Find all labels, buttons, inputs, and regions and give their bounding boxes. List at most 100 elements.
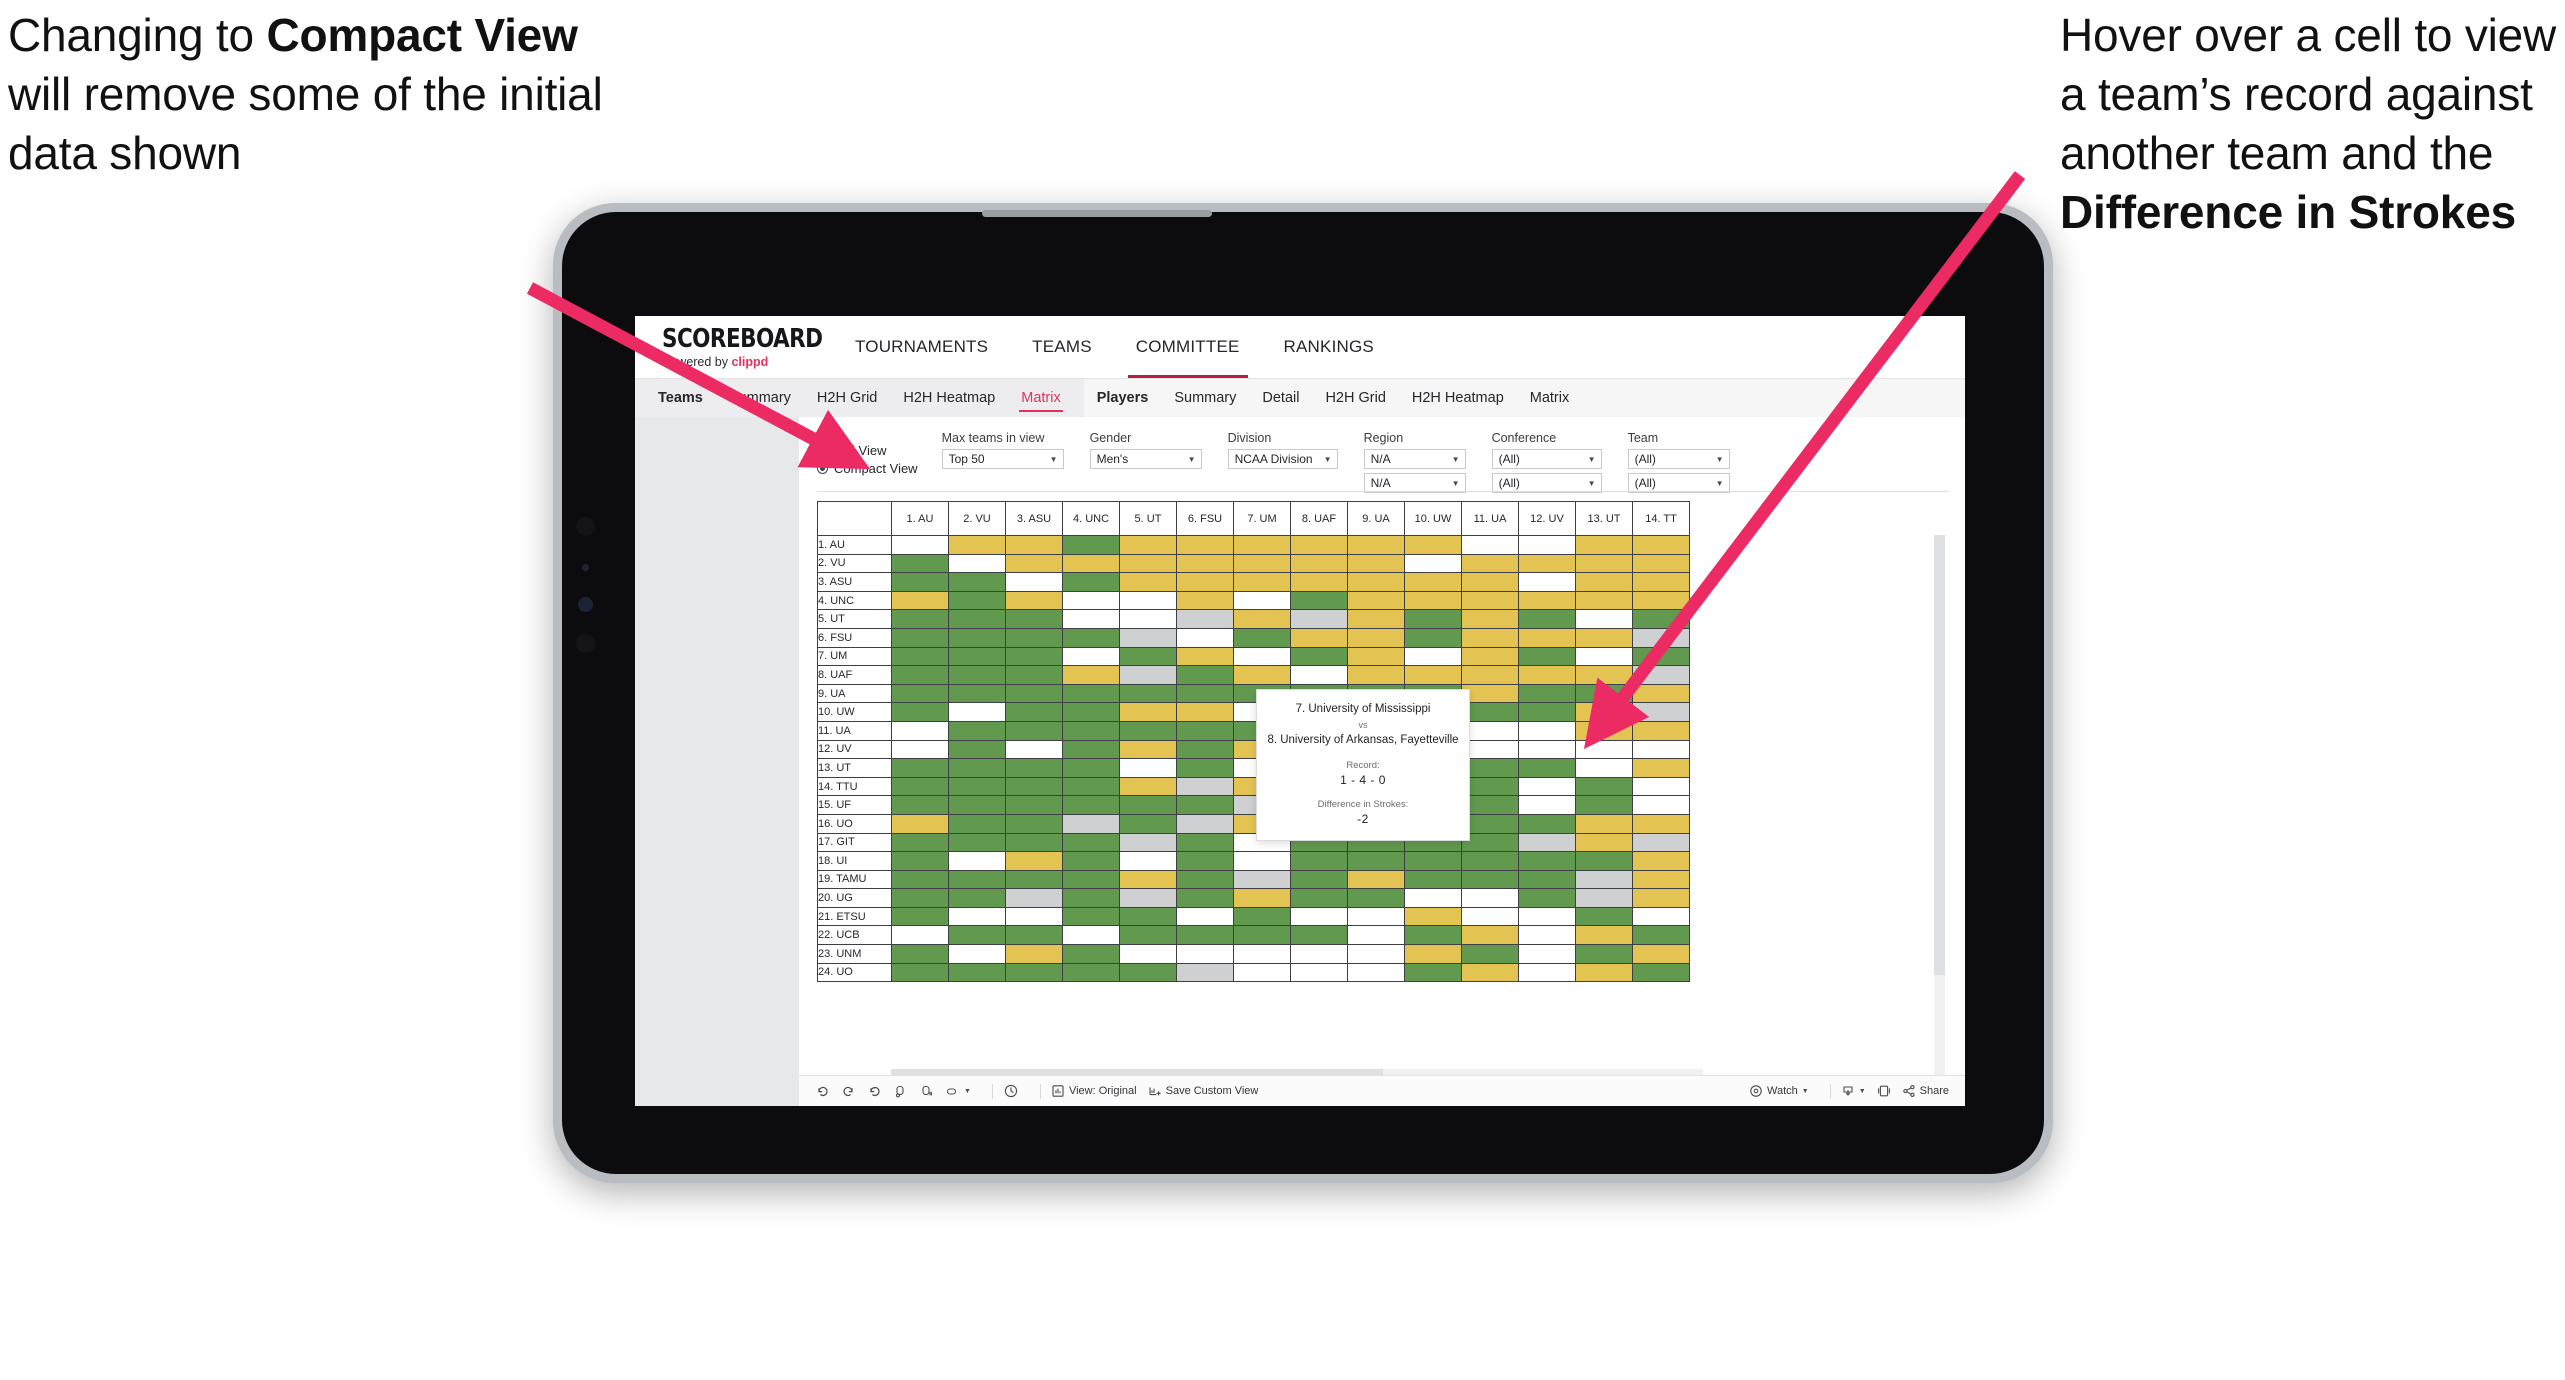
matrix-cell[interactable]: [1632, 590, 1690, 611]
matrix-cell[interactable]: [1119, 590, 1177, 611]
matrix-cell[interactable]: [1176, 590, 1234, 611]
matrix-cell[interactable]: [1404, 609, 1462, 629]
matrix-cell[interactable]: [1290, 851, 1348, 871]
matrix-row-header[interactable]: 17. GIT: [817, 832, 892, 853]
matrix-cell[interactable]: [1119, 851, 1177, 871]
matrix-column-header[interactable]: 11. UA: [1461, 501, 1519, 536]
matrix-cell[interactable]: [1347, 944, 1405, 964]
matrix-cell[interactable]: [1347, 646, 1405, 667]
matrix-row-header[interactable]: 14. TTU: [817, 776, 892, 797]
matrix-cell[interactable]: [1119, 553, 1177, 574]
matrix-cell[interactable]: [1005, 962, 1063, 983]
matrix-cell[interactable]: [1632, 888, 1690, 908]
tab-teams-h2h-heatmap[interactable]: H2H Heatmap: [890, 379, 1008, 417]
matrix-cell[interactable]: [1005, 944, 1063, 964]
matrix-cell[interactable]: [1005, 590, 1063, 611]
matrix-cell[interactable]: [1119, 535, 1177, 555]
matrix-column-header[interactable]: 9. UA: [1347, 501, 1405, 536]
select-region-1[interactable]: N/A ▼: [1363, 449, 1466, 469]
matrix-cell[interactable]: [1233, 553, 1291, 574]
matrix-row-header[interactable]: 5. UT: [817, 609, 892, 629]
matrix-cell[interactable]: [1290, 944, 1348, 964]
matrix-cell[interactable]: [1062, 646, 1120, 667]
matrix-cell[interactable]: [891, 720, 949, 741]
matrix-cell[interactable]: [1176, 739, 1234, 760]
matrix-cell[interactable]: [1062, 590, 1120, 611]
nav-committee[interactable]: COMMITTEE: [1114, 316, 1262, 378]
matrix-cell[interactable]: [1005, 572, 1063, 592]
matrix-cell[interactable]: [1005, 702, 1063, 722]
matrix-cell[interactable]: [1461, 553, 1519, 574]
matrix-cell[interactable]: [948, 832, 1006, 853]
matrix-cell[interactable]: [1062, 851, 1120, 871]
refresh-data-button[interactable]: [893, 1084, 908, 1099]
vertical-scrollbar[interactable]: [1934, 535, 1945, 1075]
matrix-cell[interactable]: [1518, 553, 1576, 574]
matrix-cell[interactable]: [1575, 609, 1633, 629]
matrix-cell[interactable]: [1575, 906, 1633, 927]
matrix-cell[interactable]: [1404, 869, 1462, 890]
matrix-cell[interactable]: [1005, 869, 1063, 890]
matrix-cell[interactable]: [1575, 925, 1633, 946]
matrix-cell[interactable]: [1233, 869, 1291, 890]
matrix-cell[interactable]: [1062, 813, 1120, 834]
matrix-cell[interactable]: [948, 665, 1006, 685]
matrix-cell[interactable]: [1233, 944, 1291, 964]
matrix-cell[interactable]: [1062, 869, 1120, 890]
matrix-cell[interactable]: [1518, 646, 1576, 667]
matrix-cell[interactable]: [1176, 758, 1234, 778]
nav-rankings[interactable]: RANKINGS: [1262, 316, 1396, 378]
matrix-cell[interactable]: [1233, 535, 1291, 555]
matrix-cell[interactable]: [1518, 851, 1576, 871]
tab-teams-summary[interactable]: Summary: [716, 379, 804, 417]
matrix-cell[interactable]: [1062, 906, 1120, 927]
matrix-cell[interactable]: [948, 683, 1006, 704]
matrix-cell[interactable]: [1518, 739, 1576, 760]
matrix-cell[interactable]: [1176, 627, 1234, 648]
matrix-cell[interactable]: [948, 944, 1006, 964]
matrix-cell[interactable]: [948, 776, 1006, 797]
matrix-cell[interactable]: [891, 535, 949, 555]
matrix-cell[interactable]: [1461, 665, 1519, 685]
matrix-cell[interactable]: [1347, 590, 1405, 611]
matrix-cell[interactable]: [1176, 535, 1234, 555]
matrix-cell[interactable]: [891, 813, 949, 834]
matrix-row-header[interactable]: 6. FSU: [817, 627, 892, 648]
matrix-cell[interactable]: [1005, 535, 1063, 555]
matrix-cell[interactable]: [1632, 832, 1690, 853]
matrix-cell[interactable]: [1632, 553, 1690, 574]
select-team-1[interactable]: (All) ▼: [1627, 449, 1730, 469]
tab-players-summary[interactable]: Summary: [1161, 379, 1249, 417]
matrix-row-header[interactable]: 9. UA: [817, 683, 892, 704]
matrix-cell[interactable]: [948, 609, 1006, 629]
matrix-cell[interactable]: [1575, 944, 1633, 964]
matrix-cell[interactable]: [1176, 906, 1234, 927]
matrix-cell[interactable]: [1461, 776, 1519, 797]
matrix-cell[interactable]: [948, 906, 1006, 927]
matrix-cell[interactable]: [1062, 962, 1120, 983]
matrix-cell[interactable]: [1119, 795, 1177, 815]
matrix-cell[interactable]: [1290, 572, 1348, 592]
matrix-cell[interactable]: [1461, 758, 1519, 778]
matrix-cell[interactable]: [1461, 925, 1519, 946]
matrix-cell[interactable]: [1404, 906, 1462, 927]
brand-logo[interactable]: SCOREBOARD Powered by clippd: [635, 326, 825, 369]
matrix-cell[interactable]: [1518, 813, 1576, 834]
nav-tournaments[interactable]: TOURNAMENTS: [833, 316, 1010, 378]
matrix-cell[interactable]: [1119, 720, 1177, 741]
matrix-cell[interactable]: [948, 962, 1006, 983]
matrix-cell[interactable]: [1518, 627, 1576, 648]
matrix-cell[interactable]: [948, 739, 1006, 760]
matrix-cell[interactable]: [1404, 553, 1462, 574]
matrix-cell[interactable]: [1461, 627, 1519, 648]
matrix-column-header[interactable]: 4. UNC: [1062, 501, 1120, 536]
matrix-cell[interactable]: [1575, 535, 1633, 555]
matrix-cell[interactable]: [891, 572, 949, 592]
matrix-cell[interactable]: [1575, 627, 1633, 648]
matrix-cell[interactable]: [948, 925, 1006, 946]
matrix-cell[interactable]: [1233, 572, 1291, 592]
matrix-cell[interactable]: [1233, 888, 1291, 908]
tab-players-h2h-grid[interactable]: H2H Grid: [1312, 379, 1398, 417]
matrix-cell[interactable]: [1632, 646, 1690, 667]
matrix-row-header[interactable]: 15. UF: [817, 795, 892, 815]
